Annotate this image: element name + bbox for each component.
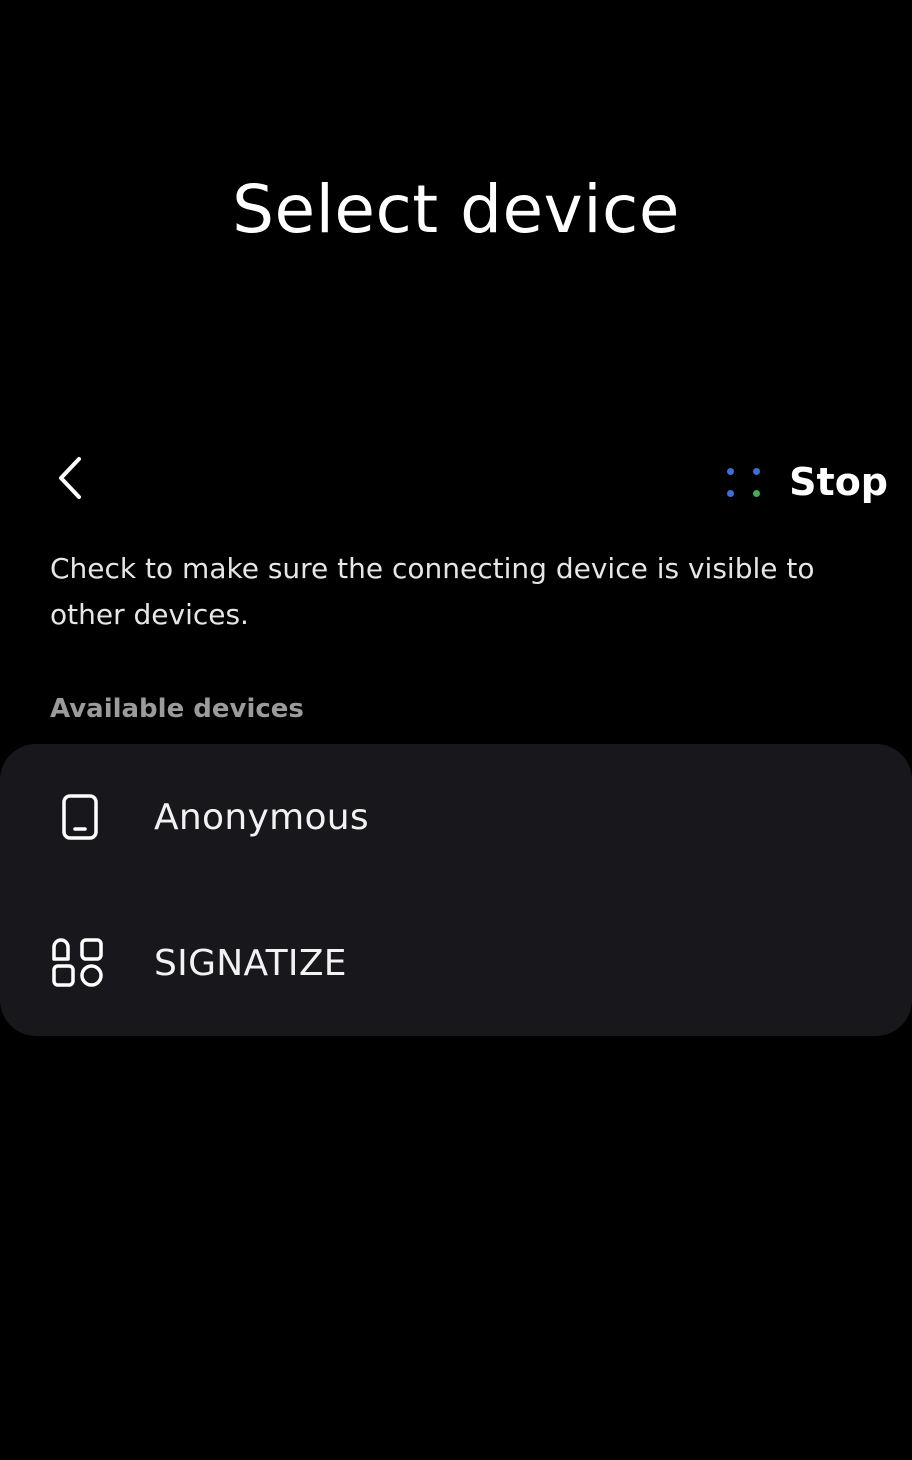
available-devices-header: Available devices — [50, 694, 304, 724]
apps-grid-icon — [48, 931, 112, 995]
stop-scan-button[interactable]: Stop — [723, 448, 888, 516]
page-title: Select device — [232, 171, 680, 248]
device-name: SIGNATIZE — [154, 942, 347, 984]
back-button[interactable] — [40, 448, 100, 512]
device-list: Anonymous SIGNATIZE — [0, 744, 912, 1036]
device-name: Anonymous — [154, 796, 369, 838]
tablet-icon — [48, 785, 112, 849]
stop-label: Stop — [789, 460, 888, 504]
visibility-hint: Check to make sure the connecting device… — [50, 552, 815, 631]
scanning-dots-icon — [723, 460, 767, 504]
device-item-signatize[interactable]: SIGNATIZE — [0, 890, 912, 1036]
chevron-left-icon — [53, 455, 87, 505]
device-item-anonymous[interactable]: Anonymous — [0, 744, 912, 890]
